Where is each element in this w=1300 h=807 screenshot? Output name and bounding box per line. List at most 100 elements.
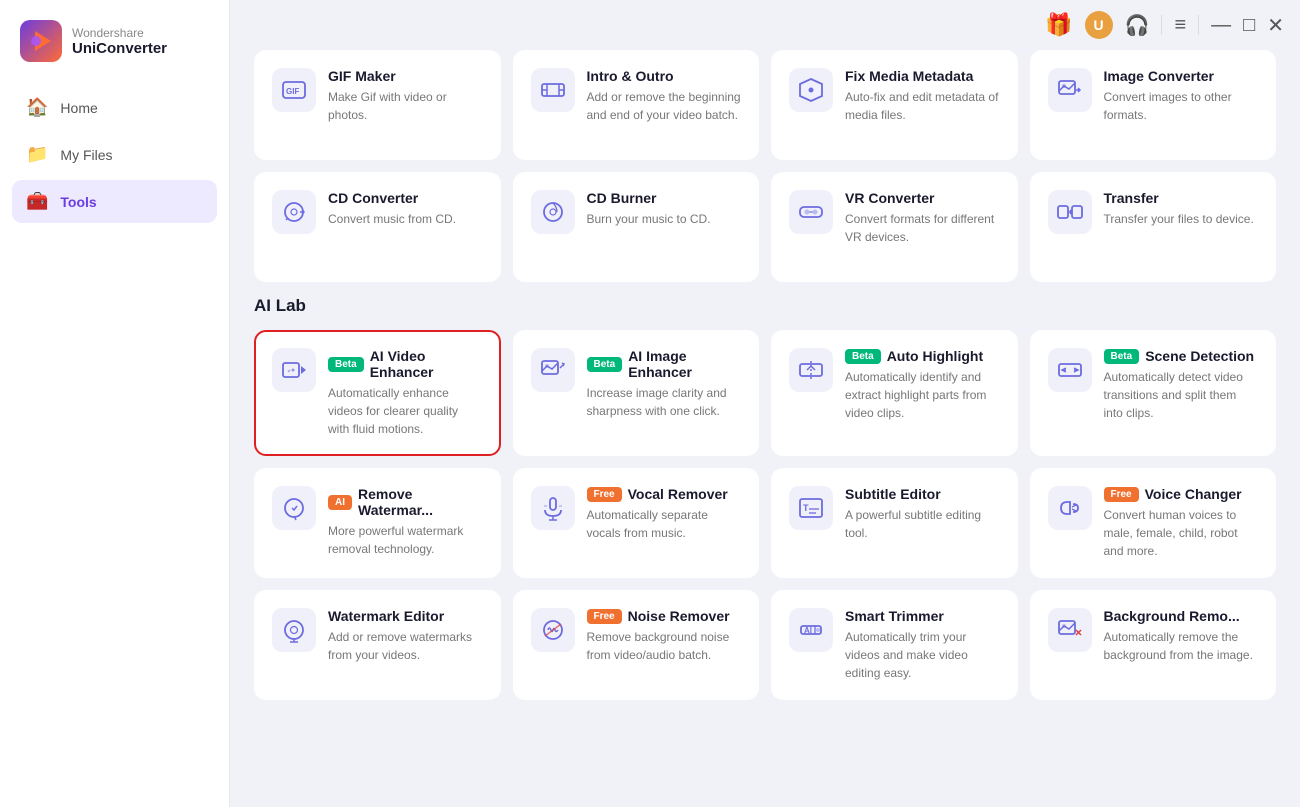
watermark-editor-desc: Add or remove watermarks from your video…	[328, 628, 483, 664]
nav-item-home[interactable]: 🏠 Home	[12, 86, 217, 129]
nav-item-tools[interactable]: 🧰 Tools	[12, 180, 217, 223]
remove-watermark-icon	[272, 486, 316, 530]
sidebar-navigation: 🏠 Home 📁 My Files 🧰 Tools	[0, 86, 229, 223]
tool-card-cd-burner[interactable]: CD Burner Burn your music to CD.	[513, 172, 760, 282]
ai-video-enhancer-desc: Automatically enhance videos for clearer…	[328, 384, 483, 438]
noise-remover-desc: Remove background noise from video/audio…	[587, 628, 742, 664]
sidebar: Wondershare UniConverter 🏠 Home 📁 My Fil…	[0, 0, 230, 807]
auto-highlight-badge: Beta	[845, 349, 881, 364]
tool-card-vocal-remover[interactable]: Free Vocal Remover Automatically separat…	[513, 468, 760, 578]
fix-media-icon	[789, 68, 833, 112]
tool-card-cd-converter[interactable]: CD Converter Convert music from CD.	[254, 172, 501, 282]
ai-video-enhancer-icon	[272, 348, 316, 392]
remove-watermark-desc: More powerful watermark removal technolo…	[328, 522, 483, 558]
intro-outro-desc: Add or remove the beginning and end of y…	[587, 88, 742, 124]
ai-image-enhancer-badge: Beta	[587, 357, 623, 372]
tool-card-voice-changer[interactable]: Free Voice Changer Convert human voices …	[1030, 468, 1277, 578]
user-initial: U	[1094, 17, 1104, 33]
fix-media-desc: Auto-fix and edit metadata of media file…	[845, 88, 1000, 124]
background-remover-icon	[1048, 608, 1092, 652]
voice-changer-badge: Free	[1104, 487, 1139, 502]
topbar: 🎁 U 🎧 ≡ — □ ✕	[230, 0, 1300, 50]
noise-remover-badge: Free	[587, 609, 622, 624]
remove-watermark-badge: AI	[328, 495, 352, 510]
image-converter-icon	[1048, 68, 1092, 112]
auto-highlight-title: Auto Highlight	[887, 348, 983, 364]
svg-text:T: T	[803, 503, 809, 513]
voice-changer-title: Voice Changer	[1145, 486, 1242, 502]
cd-converter-title: CD Converter	[328, 190, 418, 206]
background-remover-title: Background Remo...	[1104, 608, 1240, 624]
cd-converter-desc: Convert music from CD.	[328, 210, 483, 228]
vocal-remover-badge: Free	[587, 487, 622, 502]
subtitle-editor-desc: A powerful subtitle editing tool.	[845, 506, 1000, 542]
close-button[interactable]: ✕	[1267, 13, 1284, 38]
svg-text:AI: AI	[804, 626, 812, 635]
tool-card-ai-video-enhancer[interactable]: Beta AI Video Enhancer Automatically enh…	[254, 330, 501, 456]
gif-maker-desc: Make Gif with video or photos.	[328, 88, 483, 124]
smart-trimmer-desc: Automatically trim your videos and make …	[845, 628, 1000, 682]
ai-image-enhancer-icon	[531, 348, 575, 392]
maximize-button[interactable]: □	[1243, 14, 1255, 37]
svg-text:GIF: GIF	[286, 87, 299, 96]
tools-grid-top: GIF GIF Maker Make Gif with video or pho…	[254, 50, 1276, 282]
logo-text: Wondershare UniConverter	[72, 26, 167, 57]
tool-card-noise-remover[interactable]: Free Noise Remover Remove background noi…	[513, 590, 760, 700]
cd-burner-icon	[531, 190, 575, 234]
voice-changer-desc: Convert human voices to male, female, ch…	[1104, 506, 1259, 560]
ai-image-enhancer-title: AI Image Enhancer	[628, 348, 741, 380]
nav-label-home: Home	[60, 100, 97, 116]
tool-card-fix-media[interactable]: Fix Media Metadata Auto-fix and edit met…	[771, 50, 1018, 160]
tool-card-auto-highlight[interactable]: Beta Auto Highlight Automatically identi…	[771, 330, 1018, 456]
transfer-desc: Transfer your files to device.	[1104, 210, 1259, 228]
vr-converter-title: VR Converter	[845, 190, 934, 206]
gif-maker-title: GIF Maker	[328, 68, 396, 84]
ai-video-enhancer-badge: Beta	[328, 357, 364, 372]
tool-card-scene-detection[interactable]: Beta Scene Detection Automatically detec…	[1030, 330, 1277, 456]
tool-card-intro-outro[interactable]: Intro & Outro Add or remove the beginnin…	[513, 50, 760, 160]
tool-card-gif-maker[interactable]: GIF GIF Maker Make Gif with video or pho…	[254, 50, 501, 160]
headphones-icon[interactable]: 🎧	[1125, 13, 1150, 38]
auto-highlight-desc: Automatically identify and extract highl…	[845, 368, 1000, 422]
intro-outro-title: Intro & Outro	[587, 68, 674, 84]
intro-outro-icon	[531, 68, 575, 112]
tool-card-ai-image-enhancer[interactable]: Beta AI Image Enhancer Increase image cl…	[513, 330, 760, 456]
vr-converter-desc: Convert formats for different VR devices…	[845, 210, 1000, 246]
home-icon: 🏠	[26, 97, 48, 118]
smart-trimmer-icon: AI	[789, 608, 833, 652]
topbar-separator	[1161, 15, 1162, 35]
tool-card-transfer[interactable]: Transfer Transfer your files to device.	[1030, 172, 1277, 282]
noise-remover-title: Noise Remover	[628, 608, 730, 624]
image-converter-title: Image Converter	[1104, 68, 1214, 84]
minimize-button[interactable]: —	[1211, 14, 1231, 37]
ai-image-enhancer-desc: Increase image clarity and sharpness wit…	[587, 384, 742, 420]
tool-card-watermark-editor[interactable]: Watermark Editor Add or remove watermark…	[254, 590, 501, 700]
myfiles-icon: 📁	[26, 144, 48, 165]
vr-converter-icon	[789, 190, 833, 234]
vocal-remover-desc: Automatically separate vocals from music…	[587, 506, 742, 542]
gift-icon[interactable]: 🎁	[1045, 12, 1072, 38]
tool-card-subtitle-editor[interactable]: T Subtitle Editor A powerful subtitle ed…	[771, 468, 1018, 578]
auto-highlight-icon	[789, 348, 833, 392]
smart-trimmer-title: Smart Trimmer	[845, 608, 944, 624]
nav-item-myfiles[interactable]: 📁 My Files	[12, 133, 217, 176]
tool-card-smart-trimmer[interactable]: AI Smart Trimmer Automatically trim your…	[771, 590, 1018, 700]
tool-card-background-remover[interactable]: Background Remo... Automatically remove …	[1030, 590, 1277, 700]
main-content: GIF GIF Maker Make Gif with video or pho…	[230, 0, 1300, 738]
tool-card-image-converter[interactable]: Image Converter Convert images to other …	[1030, 50, 1277, 160]
transfer-icon	[1048, 190, 1092, 234]
scene-detection-desc: Automatically detect video transitions a…	[1104, 368, 1259, 422]
cd-burner-title: CD Burner	[587, 190, 657, 206]
user-avatar[interactable]: U	[1085, 11, 1113, 39]
remove-watermark-title: Remove Watermar...	[358, 486, 483, 518]
menu-icon[interactable]: ≡	[1174, 14, 1186, 37]
tool-card-remove-watermark[interactable]: AI Remove Watermar... More powerful wate…	[254, 468, 501, 578]
scene-detection-badge: Beta	[1104, 349, 1140, 364]
subtitle-editor-icon: T	[789, 486, 833, 530]
vocal-remover-icon	[531, 486, 575, 530]
logo-icon	[20, 20, 62, 62]
fix-media-title: Fix Media Metadata	[845, 68, 973, 84]
tool-card-vr-converter[interactable]: VR Converter Convert formats for differe…	[771, 172, 1018, 282]
watermark-editor-icon	[272, 608, 316, 652]
transfer-title: Transfer	[1104, 190, 1159, 206]
